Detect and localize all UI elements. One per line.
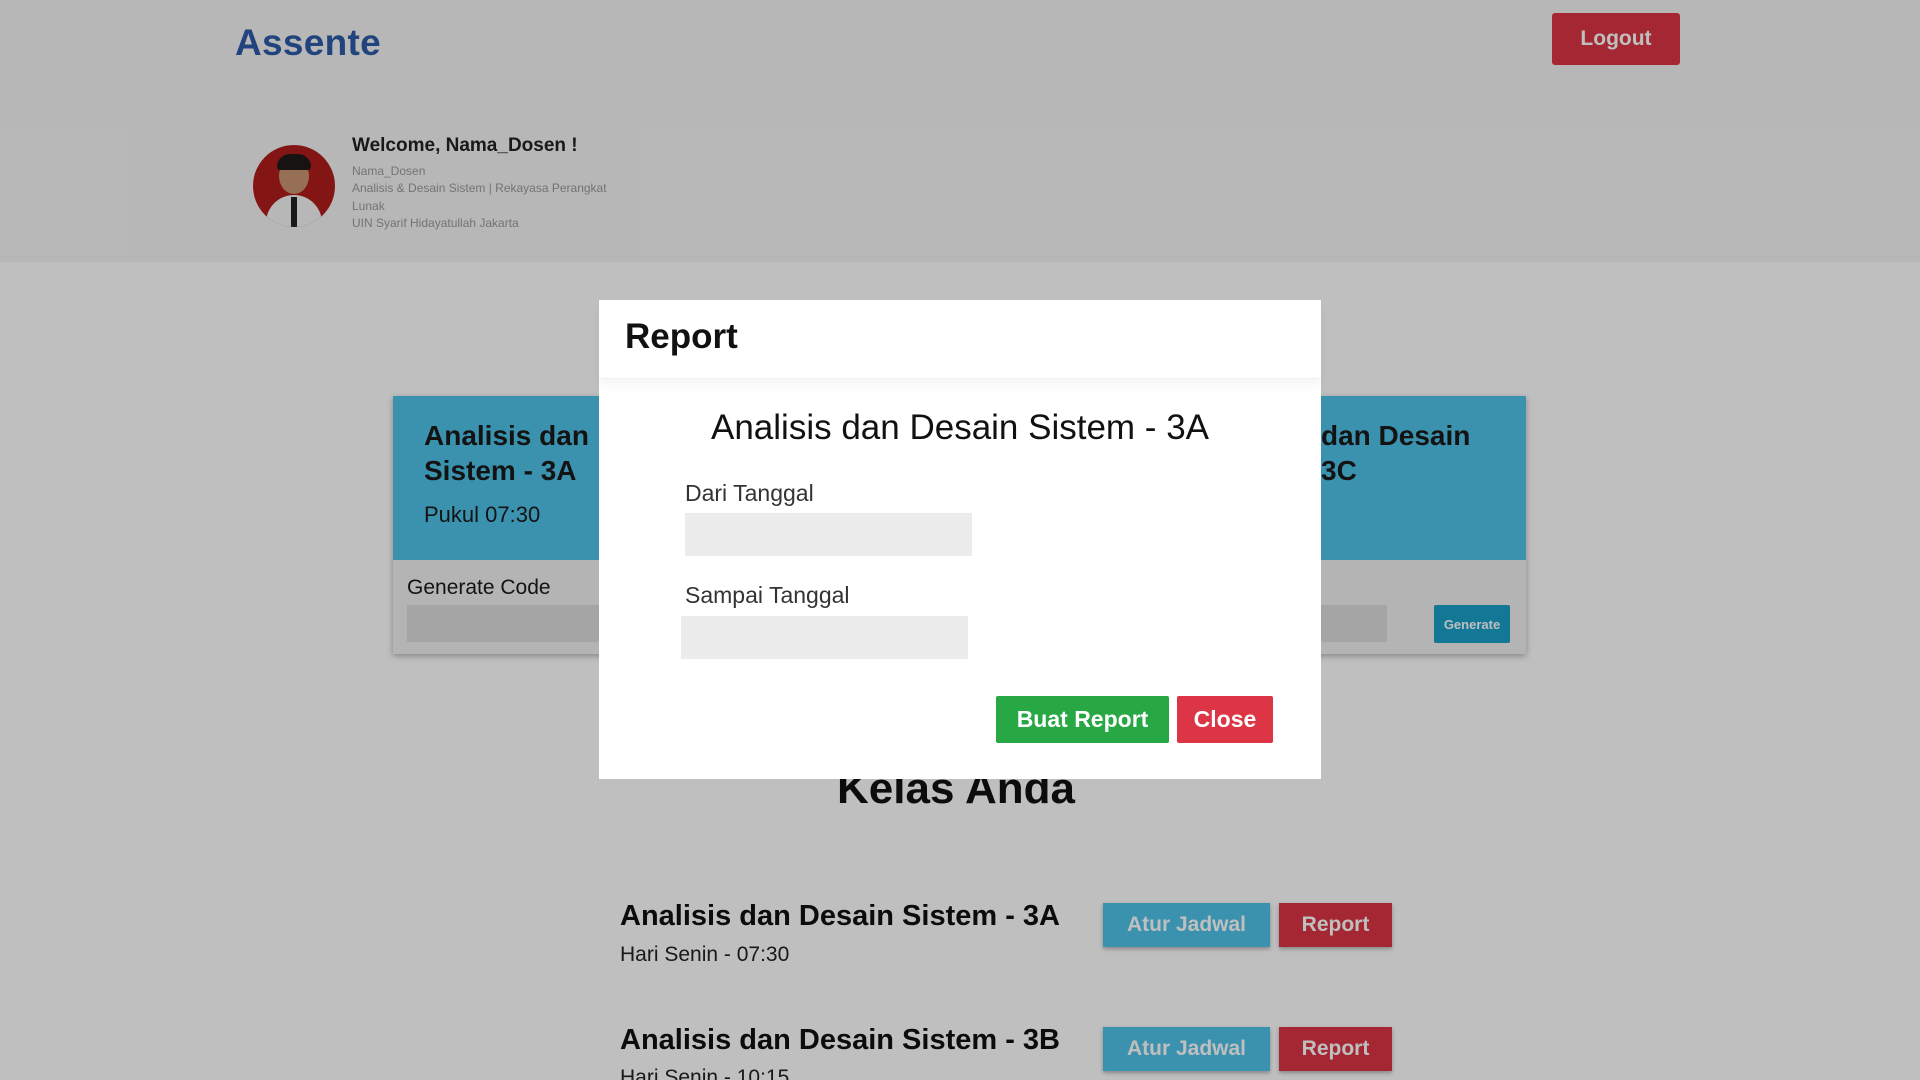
close-button[interactable]: Close: [1177, 696, 1273, 743]
modal-header: Report: [599, 300, 1321, 379]
modal-class-name: Analisis dan Desain Sistem - 3A: [711, 408, 1209, 447]
report-modal: Report Analisis dan Desain Sistem - 3A D…: [599, 300, 1321, 779]
buat-report-button[interactable]: Buat Report: [996, 696, 1169, 743]
to-date-label: Sampai Tanggal: [685, 582, 850, 608]
to-date-input[interactable]: [681, 616, 968, 659]
modal-title: Report: [625, 317, 738, 356]
from-date-label: Dari Tanggal: [685, 480, 814, 506]
from-date-input[interactable]: [685, 513, 972, 556]
